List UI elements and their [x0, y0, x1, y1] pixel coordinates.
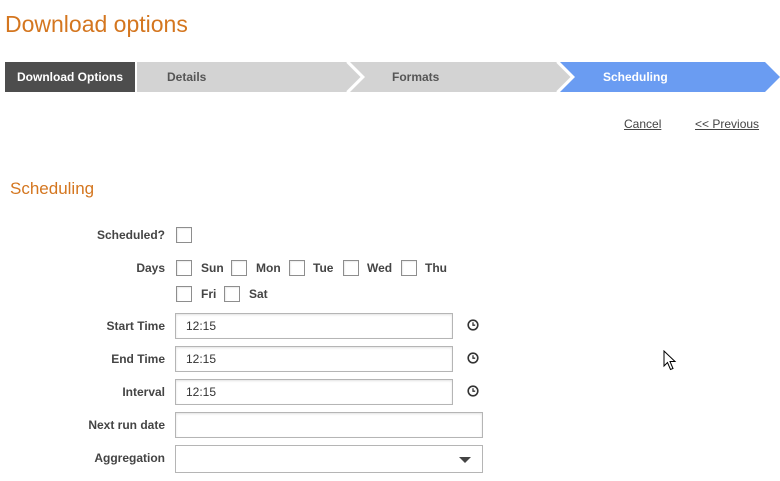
- day-checkbox-sun[interactable]: [176, 260, 192, 276]
- day-label-sat: Sat: [249, 287, 268, 301]
- step-details[interactable]: Details: [167, 62, 206, 92]
- step-formats-bg: [350, 62, 572, 92]
- clock-icon[interactable]: [467, 319, 479, 331]
- step-download-options: Download Options: [17, 70, 123, 84]
- aggregation-select[interactable]: [175, 445, 483, 473]
- section-title: Scheduling: [10, 179, 95, 198]
- scheduled-checkbox[interactable]: [176, 227, 192, 243]
- next-run-date-input[interactable]: [175, 412, 483, 438]
- clock-icon[interactable]: [467, 352, 479, 364]
- day-label-wed: Wed: [367, 261, 393, 275]
- step-scheduling[interactable]: Scheduling: [603, 62, 668, 92]
- end-time-input[interactable]: [175, 346, 453, 372]
- chevron-down-icon[interactable]: [459, 457, 471, 463]
- end-time-label: End Time: [111, 352, 165, 366]
- step-scheduling-bg: [560, 62, 780, 92]
- day-checkbox-thu[interactable]: [401, 260, 417, 276]
- mouse-cursor-icon: [663, 350, 677, 371]
- days-label: Days: [136, 261, 165, 275]
- clock-icon[interactable]: [467, 385, 479, 397]
- interval-input[interactable]: [175, 379, 453, 405]
- cancel-link[interactable]: Cancel: [624, 117, 661, 131]
- day-checkbox-sat[interactable]: [224, 286, 240, 302]
- aggregation-label: Aggregation: [94, 451, 165, 465]
- day-checkbox-tue[interactable]: [289, 260, 305, 276]
- day-checkbox-wed[interactable]: [343, 260, 359, 276]
- day-label-thu: Thu: [425, 261, 447, 275]
- day-label-mon: Mon: [256, 261, 281, 275]
- wizard-steps: Download Options Details Formats Schedul…: [5, 62, 780, 92]
- next-run-date-label: Next run date: [88, 418, 165, 432]
- page-title: Download options: [5, 11, 188, 37]
- start-time-label: Start Time: [106, 319, 165, 333]
- day-label-sun: Sun: [201, 261, 224, 275]
- scheduled-label: Scheduled?: [96, 228, 165, 242]
- day-checkbox-mon[interactable]: [231, 260, 247, 276]
- day-label-fri: Fri: [201, 287, 217, 301]
- interval-label: Interval: [122, 385, 165, 399]
- day-label-tue: Tue: [313, 261, 334, 275]
- start-time-input[interactable]: [175, 313, 453, 339]
- day-checkbox-fri[interactable]: [176, 286, 192, 302]
- previous-link[interactable]: << Previous: [695, 117, 759, 131]
- step-formats[interactable]: Formats: [392, 62, 439, 92]
